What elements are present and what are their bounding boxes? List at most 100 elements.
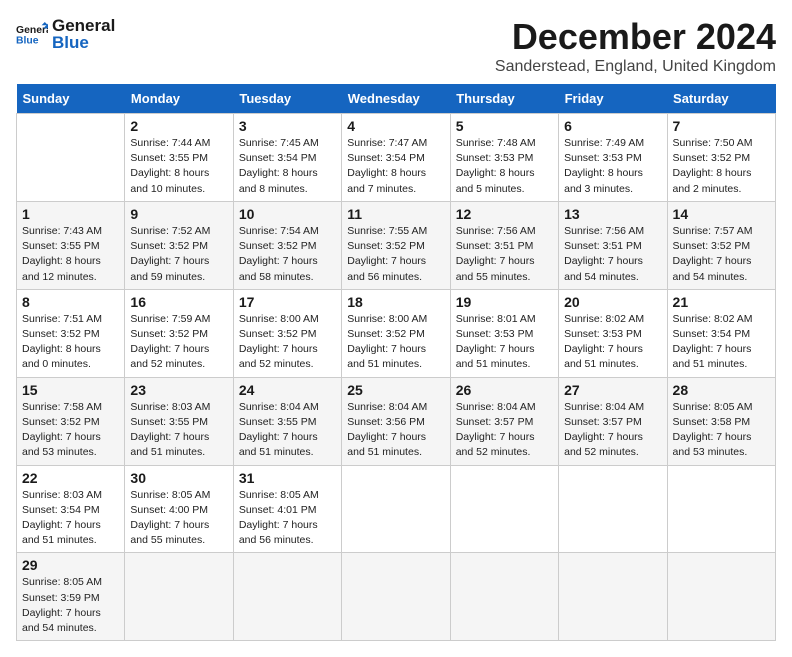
weekday-header-sunday: Sunday [17, 84, 125, 114]
day-number: 13 [564, 206, 661, 222]
logo-icon: General Blue [16, 22, 48, 46]
day-number: 29 [22, 557, 119, 573]
weekday-header-friday: Friday [559, 84, 667, 114]
day-info: Sunrise: 7:59 AMSunset: 3:52 PMDaylight:… [130, 312, 227, 373]
calendar-cell: 5 Sunrise: 7:48 AMSunset: 3:53 PMDaylight… [450, 114, 558, 202]
day-number: 20 [564, 294, 661, 310]
calendar-row-2: 8Sunrise: 7:51 AMSunset: 3:52 PMDaylight… [17, 289, 776, 377]
calendar-cell: 4 Sunrise: 7:47 AMSunset: 3:54 PMDaylight… [342, 114, 450, 202]
day-info: Sunrise: 7:45 AMSunset: 3:54 PMDaylight:… [239, 136, 336, 197]
calendar-row-1: 1 Sunrise: 7:43 AMSunset: 3:55 PMDaylight… [17, 201, 776, 289]
day-info: Sunrise: 8:04 AMSunset: 3:55 PMDaylight:… [239, 400, 336, 461]
day-info: Sunrise: 8:03 AMSunset: 3:55 PMDaylight:… [130, 400, 227, 461]
calendar-cell: 9 Sunrise: 7:52 AMSunset: 3:52 PMDaylight… [125, 201, 233, 289]
calendar-row-4: 22Sunrise: 8:03 AMSunset: 3:54 PMDayligh… [17, 465, 776, 553]
calendar-cell [450, 465, 558, 553]
calendar-cell [450, 553, 558, 641]
day-info: Sunrise: 8:05 AMSunset: 4:01 PMDaylight:… [239, 488, 336, 549]
day-number: 8 [22, 294, 119, 310]
day-info: Sunrise: 7:52 AMSunset: 3:52 PMDaylight:… [130, 224, 227, 285]
logo-line2: Blue [52, 33, 115, 53]
day-info: Sunrise: 8:05 AMSunset: 3:58 PMDaylight:… [673, 400, 770, 461]
calendar-cell [342, 465, 450, 553]
weekday-header-tuesday: Tuesday [233, 84, 341, 114]
day-info: Sunrise: 8:04 AMSunset: 3:56 PMDaylight:… [347, 400, 444, 461]
page-container: General Blue General Blue December 2024 … [16, 16, 776, 641]
day-number: 9 [130, 206, 227, 222]
calendar-cell: 26Sunrise: 8:04 AMSunset: 3:57 PMDayligh… [450, 377, 558, 465]
day-info: Sunrise: 8:04 AMSunset: 3:57 PMDaylight:… [456, 400, 553, 461]
day-number: 28 [673, 382, 770, 398]
day-number: 31 [239, 470, 336, 486]
day-info: Sunrise: 8:04 AMSunset: 3:57 PMDaylight:… [564, 400, 661, 461]
calendar-cell [667, 553, 775, 641]
day-number: 19 [456, 294, 553, 310]
title-section: December 2024 Sanderstead, England, Unit… [495, 16, 776, 76]
day-info: Sunrise: 7:47 AMSunset: 3:54 PMDaylight:… [347, 136, 444, 197]
calendar-cell: 19Sunrise: 8:01 AMSunset: 3:53 PMDayligh… [450, 289, 558, 377]
calendar-cell: 10 Sunrise: 7:54 AMSunset: 3:52 PMDayligh… [233, 201, 341, 289]
day-number: 22 [22, 470, 119, 486]
day-number: 4 [347, 118, 444, 134]
calendar-cell: 21 Sunrise: 8:02 AMSunset: 3:54 PMDayligh… [667, 289, 775, 377]
calendar-cell: 8Sunrise: 7:51 AMSunset: 3:52 PMDaylight… [17, 289, 125, 377]
header: General Blue General Blue December 2024 … [16, 16, 776, 76]
calendar-cell: 22Sunrise: 8:03 AMSunset: 3:54 PMDayligh… [17, 465, 125, 553]
svg-text:Blue: Blue [16, 36, 39, 46]
day-info: Sunrise: 8:05 AMSunset: 4:00 PMDaylight:… [130, 488, 227, 549]
day-number: 1 [22, 206, 119, 222]
calendar-cell: 7 Sunrise: 7:50 AMSunset: 3:52 PMDaylight… [667, 114, 775, 202]
calendar-cell: 16 Sunrise: 7:59 AMSunset: 3:52 PMDayligh… [125, 289, 233, 377]
day-number: 18 [347, 294, 444, 310]
day-info: Sunrise: 7:56 AMSunset: 3:51 PMDaylight:… [564, 224, 661, 285]
calendar-cell: 20 Sunrise: 8:02 AMSunset: 3:53 PMDayligh… [559, 289, 667, 377]
calendar-cell: 24Sunrise: 8:04 AMSunset: 3:55 PMDayligh… [233, 377, 341, 465]
calendar-cell [233, 553, 341, 641]
day-info: Sunrise: 7:43 AMSunset: 3:55 PMDaylight:… [22, 224, 119, 285]
day-info: Sunrise: 8:02 AMSunset: 3:54 PMDaylight:… [673, 312, 770, 373]
day-number: 10 [239, 206, 336, 222]
weekday-header-thursday: Thursday [450, 84, 558, 114]
svg-text:General: General [16, 25, 48, 36]
calendar-subtitle: Sanderstead, England, United Kingdom [495, 58, 776, 76]
day-number: 25 [347, 382, 444, 398]
calendar-cell [125, 553, 233, 641]
calendar-cell [559, 465, 667, 553]
calendar-cell: 18 Sunrise: 8:00 AMSunset: 3:52 PMDayligh… [342, 289, 450, 377]
calendar-cell [667, 465, 775, 553]
day-number: 7 [673, 118, 770, 134]
day-info: Sunrise: 7:58 AMSunset: 3:52 PMDaylight:… [22, 400, 119, 461]
weekday-header-wednesday: Wednesday [342, 84, 450, 114]
calendar-cell: 2 Sunrise: 7:44 AMSunset: 3:55 PMDaylight… [125, 114, 233, 202]
day-number: 2 [130, 118, 227, 134]
day-info: Sunrise: 7:50 AMSunset: 3:52 PMDaylight:… [673, 136, 770, 197]
day-number: 6 [564, 118, 661, 134]
weekday-header-monday: Monday [125, 84, 233, 114]
day-info: Sunrise: 8:05 AMSunset: 3:59 PMDaylight:… [22, 575, 119, 636]
calendar-cell: 11Sunrise: 7:55 AMSunset: 3:52 PMDayligh… [342, 201, 450, 289]
calendar-cell: 1 Sunrise: 7:43 AMSunset: 3:55 PMDaylight… [17, 201, 125, 289]
day-number: 27 [564, 382, 661, 398]
day-info: Sunrise: 7:48 AMSunset: 3:53 PMDaylight:… [456, 136, 553, 197]
day-number: 3 [239, 118, 336, 134]
calendar-row-3: 15 Sunrise: 7:58 AMSunset: 3:52 PMDayligh… [17, 377, 776, 465]
calendar-cell: 31 Sunrise: 8:05 AMSunset: 4:01 PMDayligh… [233, 465, 341, 553]
day-number: 15 [22, 382, 119, 398]
day-number: 14 [673, 206, 770, 222]
calendar-cell: 13 Sunrise: 7:56 AMSunset: 3:51 PMDayligh… [559, 201, 667, 289]
calendar-table: SundayMondayTuesdayWednesdayThursdayFrid… [16, 84, 776, 641]
day-info: Sunrise: 7:54 AMSunset: 3:52 PMDaylight:… [239, 224, 336, 285]
day-info: Sunrise: 8:00 AMSunset: 3:52 PMDaylight:… [347, 312, 444, 373]
day-info: Sunrise: 7:57 AMSunset: 3:52 PMDaylight:… [673, 224, 770, 285]
day-number: 16 [130, 294, 227, 310]
day-info: Sunrise: 8:02 AMSunset: 3:53 PMDaylight:… [564, 312, 661, 373]
logo: General Blue General Blue [16, 16, 115, 52]
calendar-cell [17, 114, 125, 202]
day-info: Sunrise: 7:49 AMSunset: 3:53 PMDaylight:… [564, 136, 661, 197]
day-info: Sunrise: 8:00 AMSunset: 3:52 PMDaylight:… [239, 312, 336, 373]
calendar-cell: 12Sunrise: 7:56 AMSunset: 3:51 PMDayligh… [450, 201, 558, 289]
day-number: 5 [456, 118, 553, 134]
calendar-cell: 3 Sunrise: 7:45 AMSunset: 3:54 PMDaylight… [233, 114, 341, 202]
day-info: Sunrise: 7:44 AMSunset: 3:55 PMDaylight:… [130, 136, 227, 197]
day-number: 21 [673, 294, 770, 310]
